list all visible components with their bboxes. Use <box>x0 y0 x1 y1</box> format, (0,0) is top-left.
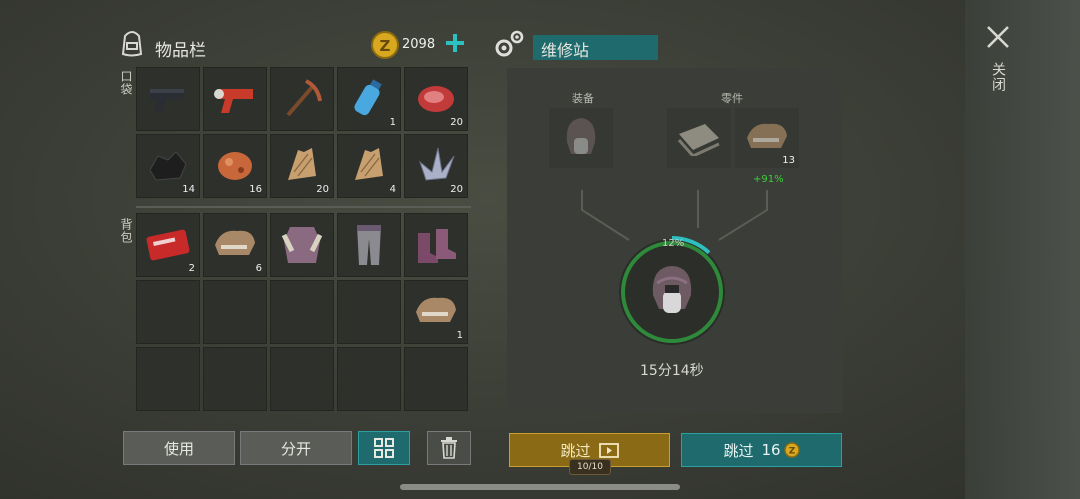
ad-counter: 10/10 <box>577 462 603 472</box>
inventory-slot[interactable] <box>270 280 334 344</box>
inventory-slot[interactable]: 4 <box>337 134 401 198</box>
home-indicator <box>400 484 680 490</box>
trash-button[interactable] <box>427 431 471 465</box>
pocket-label: 口袋 <box>119 70 133 96</box>
item-quantity: 1 <box>389 117 396 128</box>
inventory-slot[interactable]: 14 <box>136 134 200 198</box>
inventory-slot[interactable] <box>136 280 200 344</box>
item-quantity: 20 <box>450 117 463 128</box>
pistol-icon <box>150 89 184 113</box>
svg-text:Z: Z <box>788 447 795 457</box>
inventory-slot[interactable] <box>136 347 200 411</box>
item-quantity: 16 <box>249 184 262 195</box>
backpack-label: 背包 <box>119 218 133 244</box>
inventory-slot[interactable] <box>337 347 401 411</box>
water-bottle-icon <box>354 79 382 116</box>
inventory-slot[interactable]: 20 <box>270 134 334 198</box>
inventory-slot[interactable] <box>203 347 267 411</box>
fur-pelt-icon <box>215 230 255 255</box>
repair-panel: 装备 零件 13 +91% 12% 15分14秒 <box>507 68 843 413</box>
currency-amount: 2098 <box>402 37 436 52</box>
inventory-slot[interactable]: 20 <box>404 134 468 198</box>
fur-hat-icon <box>652 266 692 313</box>
item-quantity: 20 <box>316 184 329 195</box>
inventory-slot[interactable] <box>203 280 267 344</box>
ad-counter-badge: 10/10 <box>569 459 611 475</box>
close-button[interactable] <box>985 24 1013 52</box>
copper-ore-icon <box>218 152 252 180</box>
grid-divider <box>136 206 471 208</box>
coin-icon: Z <box>783 442 800 458</box>
skip-coin-cost: 16 <box>761 441 781 459</box>
sort-grid-button[interactable] <box>358 431 410 465</box>
fiber-icon <box>288 148 316 180</box>
inventory-slot[interactable] <box>404 347 468 411</box>
coupon-icon <box>146 229 190 261</box>
armor-vest-icon <box>281 227 323 263</box>
time-left: 15分14秒 <box>640 363 704 379</box>
inventory-slot[interactable] <box>337 213 401 277</box>
item-quantity: 4 <box>389 184 396 195</box>
inventory-title: 物品栏 <box>155 41 206 61</box>
item-quantity: 1 <box>456 330 463 341</box>
inventory-slot[interactable]: 20 <box>404 67 468 131</box>
pickaxe-icon <box>286 79 322 117</box>
repair-progress-ring <box>615 235 729 349</box>
grid-icon <box>374 438 394 458</box>
pants-icon <box>357 225 381 265</box>
use-button[interactable]: 使用 <box>123 431 235 465</box>
skip-ad-label: 跳过 <box>560 441 591 460</box>
close-icon <box>987 26 1009 48</box>
item-quantity: 14 <box>182 184 195 195</box>
fiber-icon <box>355 148 383 180</box>
skip-coin-button[interactable]: 跳过 16 Z <box>681 433 842 467</box>
coal-icon <box>149 151 187 181</box>
side-strip <box>965 0 1080 499</box>
inventory-slot[interactable] <box>270 347 334 411</box>
inventory-slot[interactable] <box>337 280 401 344</box>
inventory-slot[interactable] <box>270 213 334 277</box>
raw-meat-icon <box>418 86 454 112</box>
progress-percent: 12% <box>662 238 685 249</box>
inventory-slot[interactable] <box>203 67 267 131</box>
skip-coin-label: 跳过 <box>723 441 754 460</box>
flare-gun-icon <box>214 89 253 113</box>
inventory-slot[interactable]: 16 <box>203 134 267 198</box>
repair-title: 维修站 <box>541 41 590 60</box>
trash-icon <box>441 437 457 459</box>
inventory-slot[interactable] <box>270 67 334 131</box>
gear-icon <box>493 28 527 64</box>
play-video-icon <box>598 442 619 458</box>
boots-icon <box>418 229 456 263</box>
crystal-icon <box>418 147 455 181</box>
inventory-slot[interactable]: 6 <box>203 213 267 277</box>
svg-text:Z: Z <box>380 37 391 55</box>
inventory-slot[interactable]: 1 <box>404 280 468 344</box>
add-currency-button[interactable] <box>444 32 466 58</box>
split-button[interactable]: 分开 <box>240 431 352 465</box>
inventory-slot[interactable]: 2 <box>136 213 200 277</box>
fur-pelt-icon <box>416 297 456 322</box>
backpack-icon <box>116 26 148 62</box>
item-quantity: 20 <box>450 184 463 195</box>
item-quantity: 2 <box>188 263 195 274</box>
coin-icon: Z <box>370 30 400 64</box>
inventory-slot[interactable]: 1 <box>337 67 401 131</box>
inventory-slot[interactable] <box>136 67 200 131</box>
inventory-slot[interactable] <box>404 213 468 277</box>
item-quantity: 6 <box>255 263 262 274</box>
close-label[interactable]: 关闭 <box>988 62 1008 92</box>
